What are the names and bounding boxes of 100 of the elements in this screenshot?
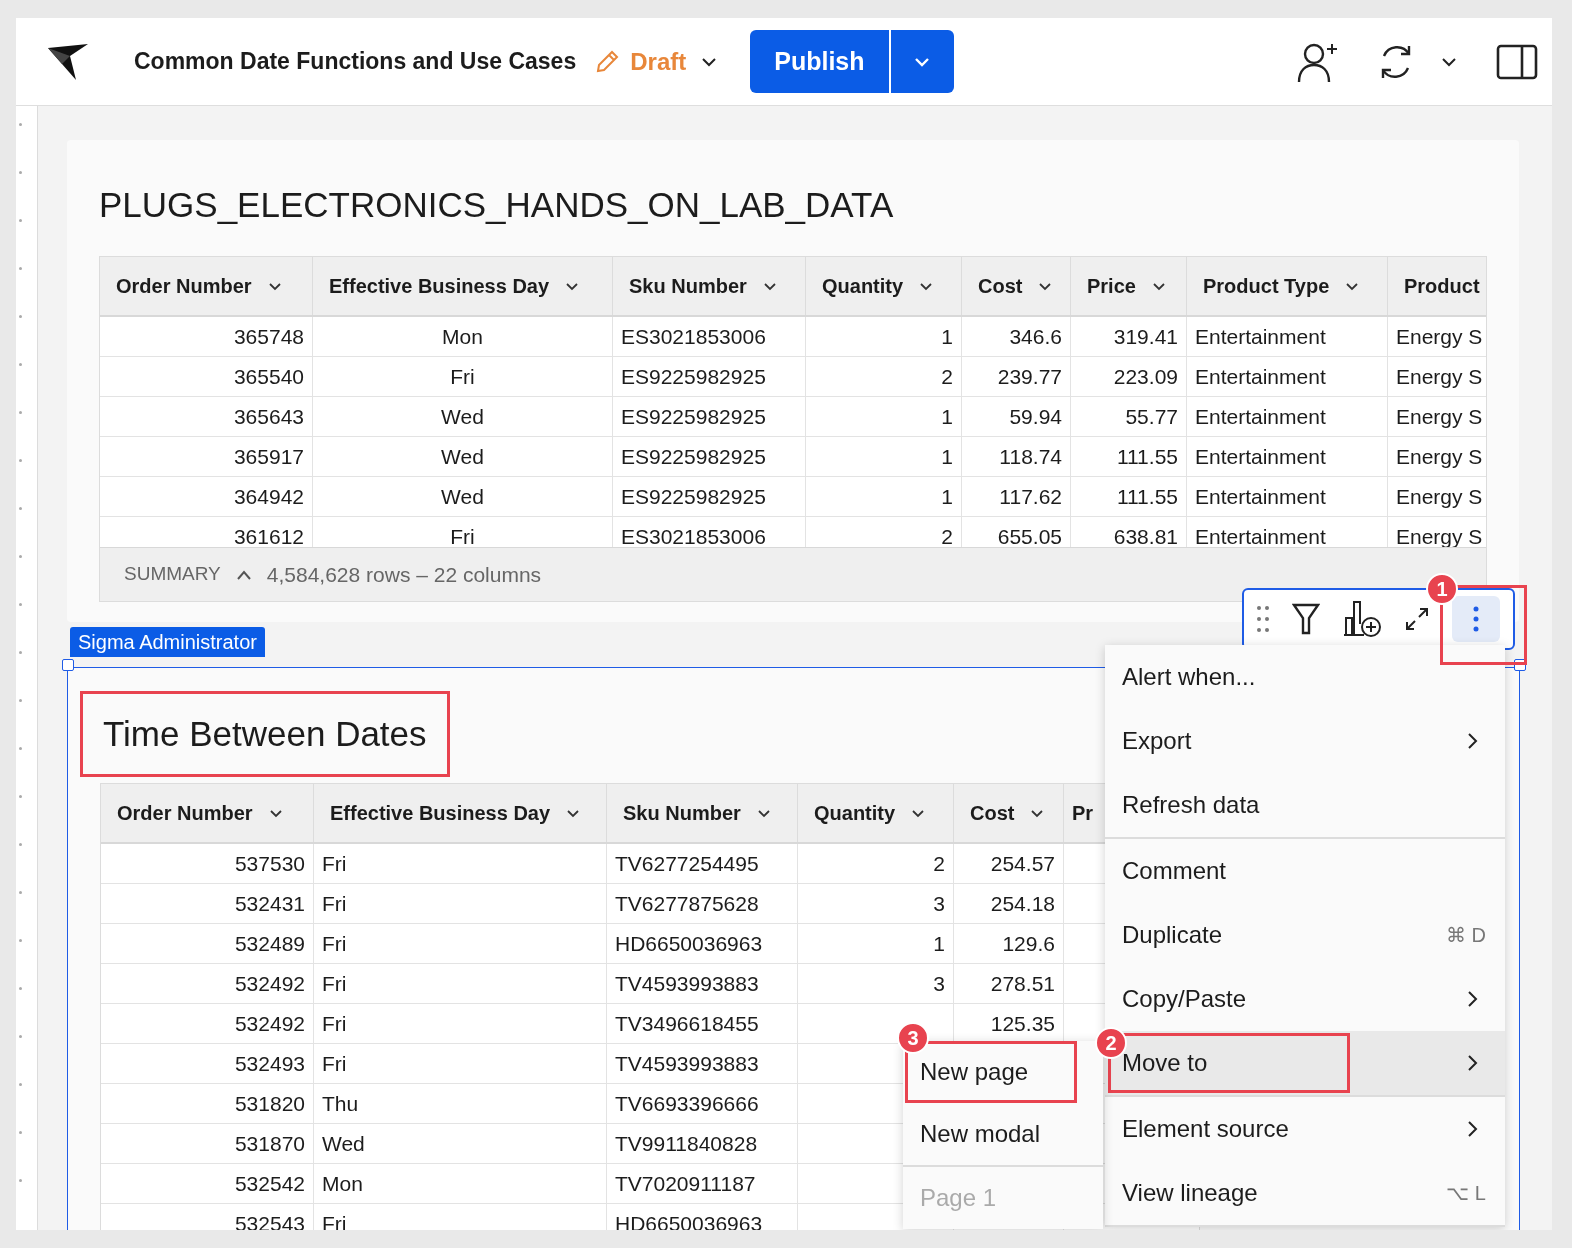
table-cell-text: 361612: [233, 523, 304, 547]
table-cell-text: Mon: [442, 323, 483, 350]
menu-item[interactable]: Comment: [1105, 839, 1505, 903]
publish-button[interactable]: Publish: [750, 30, 889, 93]
column-header[interactable]: Product: [1404, 271, 1480, 301]
table-cell-text: TV7020911187: [615, 1170, 756, 1197]
menu-item[interactable]: Duplicate ⌘ D: [1105, 903, 1505, 967]
menu-item[interactable]: Element source: [1105, 1097, 1505, 1161]
table-cell-text: Entertainment: [1195, 363, 1326, 390]
table-cell-text: Fri: [322, 1050, 347, 1077]
column-header[interactable]: Product Type: [1203, 271, 1330, 301]
pencil-icon: [594, 48, 621, 75]
chevron-down-icon[interactable]: [565, 281, 580, 291]
expand-icon[interactable]: [1404, 606, 1430, 632]
chevron-down-icon[interactable]: [268, 808, 283, 818]
table-cell-text: 239.77: [997, 363, 1062, 390]
table-cell-text: Fri: [322, 1010, 347, 1037]
column-header[interactable]: Cost: [970, 798, 1015, 828]
table-cell-text: Wed: [441, 483, 484, 510]
table-cell-text: Wed: [441, 403, 484, 430]
table-cell-text: 532542: [234, 1170, 305, 1197]
table-cell-text: 537530: [234, 850, 305, 877]
menu-item[interactable]: Alert when...: [1105, 645, 1505, 709]
table-cell-text: Fri: [450, 523, 475, 547]
table-cell-text: Mon: [322, 1170, 363, 1197]
chevron-down-icon[interactable]: [700, 55, 719, 68]
submenu-item[interactable]: New modal: [903, 1103, 1103, 1167]
chevron-down-icon[interactable]: [762, 281, 777, 291]
table-cell-text: 2: [933, 850, 945, 877]
table-cell-text: HD6650036963: [615, 930, 763, 957]
table-cell-text: ES9225982925: [621, 403, 766, 430]
column-header[interactable]: Pr: [1072, 798, 1094, 828]
chevron-down-icon[interactable]: [566, 808, 581, 818]
column-header[interactable]: Price: [1087, 271, 1136, 301]
table-cell-text: Entertainment: [1195, 483, 1326, 510]
panel-toggle-icon[interactable]: [1496, 43, 1538, 80]
logo-icon: [46, 41, 90, 82]
table-cell-text: TV4593993883: [615, 1050, 759, 1077]
menu-item[interactable]: Refresh data: [1105, 773, 1505, 839]
chevron-down-icon[interactable]: [911, 808, 926, 818]
summary-label[interactable]: SUMMARY: [124, 560, 221, 589]
chevron-down-icon[interactable]: [1030, 808, 1045, 818]
chevron-down-icon[interactable]: [1151, 281, 1166, 291]
chevron-down-icon[interactable]: [1440, 55, 1458, 68]
publish-options-button[interactable]: [890, 30, 954, 93]
table-cell-text: 532493: [234, 1050, 305, 1077]
drag-handle-icon[interactable]: [1256, 604, 1270, 634]
table-cell-text: ES3021853006: [621, 323, 766, 350]
table-cell-text: 365540: [233, 363, 304, 390]
table-cell-text: ES9225982925: [621, 483, 766, 510]
table-cell-text: 111.55: [1116, 443, 1178, 470]
element-owner-label: Sigma Administrator: [70, 627, 265, 657]
table-cell-text: 655.05: [997, 523, 1062, 547]
add-chart-icon[interactable]: [1342, 600, 1382, 638]
table-cell-text: 1: [941, 403, 953, 430]
table-cell-text: TV4593993883: [615, 970, 759, 997]
table-title: Time Between Dates: [103, 714, 427, 753]
column-header[interactable]: Effective Business Day: [330, 798, 551, 828]
table-cell-text: 129.6: [1002, 930, 1055, 957]
table-cell-text: TV6277875628: [615, 890, 759, 917]
table-cell-text: 638.81: [1113, 523, 1178, 547]
filter-icon[interactable]: [1292, 602, 1320, 636]
column-header[interactable]: Order Number: [116, 271, 252, 301]
table-cell-text: 346.6: [1009, 323, 1062, 350]
table-cell-text: Wed: [441, 443, 484, 470]
column-header[interactable]: Sku Number: [623, 798, 741, 828]
chevron-down-icon[interactable]: [267, 281, 282, 291]
table-cell-text: 278.51: [990, 970, 1055, 997]
chevron-down-icon[interactable]: [919, 281, 934, 291]
table-cell-text: Fri: [322, 1210, 347, 1230]
chevron-down-icon[interactable]: [756, 808, 771, 818]
chevron-down-icon[interactable]: [1345, 281, 1360, 291]
table-cell-text: TV6693396666: [615, 1090, 759, 1117]
column-header[interactable]: Quantity: [814, 798, 896, 828]
more-options-button[interactable]: [1452, 596, 1500, 642]
workbook-title: Common Date Functions and Use Cases: [134, 47, 577, 77]
table-cell-text: 117.62: [999, 483, 1062, 510]
chevron-right-icon: [1466, 731, 1478, 751]
table-cell-text: 1: [941, 483, 953, 510]
chevron-up-icon[interactable]: [234, 568, 253, 581]
column-header[interactable]: Cost: [978, 271, 1023, 301]
column-header[interactable]: Quantity: [822, 271, 904, 301]
resize-handle[interactable]: [62, 659, 74, 671]
menu-item[interactable]: Export: [1105, 709, 1505, 773]
chevron-down-icon[interactable]: [1038, 281, 1053, 291]
column-header[interactable]: Order Number: [117, 798, 253, 828]
menu-item[interactable]: View lineage ⌥ L: [1105, 1161, 1505, 1227]
menu-item[interactable]: Copy/Paste: [1105, 967, 1505, 1031]
table-cell-text: Thu: [322, 1090, 359, 1117]
column-header[interactable]: Effective Business Day: [329, 271, 550, 301]
table-cell-text: 3: [933, 970, 945, 997]
table-cell-text: 125.35: [990, 1010, 1055, 1037]
table-cell-text: 3: [933, 890, 945, 917]
column-header[interactable]: Sku Number: [629, 271, 747, 301]
more-options-icon: [1473, 606, 1479, 632]
table-cell-text: 2: [941, 363, 953, 390]
table-cell-text: 319.41: [1113, 323, 1178, 350]
table-cell-text: 118.74: [999, 443, 1062, 470]
chevron-down-icon: [913, 55, 931, 68]
table-cell-text: 59.94: [1009, 403, 1062, 430]
